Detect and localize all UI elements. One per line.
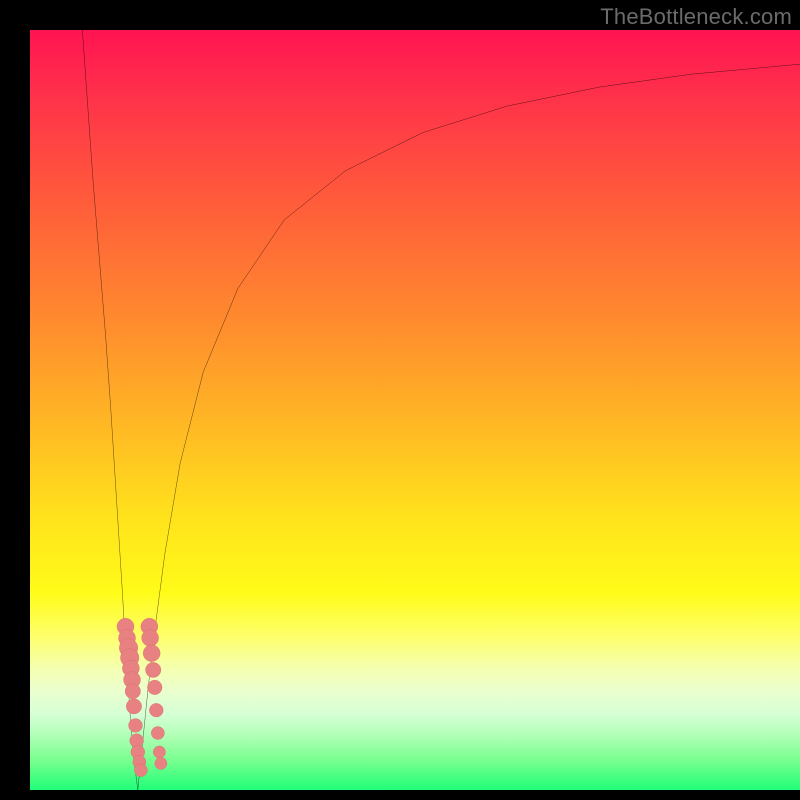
data-marker: [126, 699, 141, 714]
curve-right-branch: [138, 64, 800, 790]
data-marker: [129, 719, 143, 733]
marker-group: [117, 618, 167, 776]
data-marker: [146, 662, 161, 677]
chart-frame: TheBottleneck.com: [0, 0, 800, 800]
data-marker: [134, 764, 147, 777]
curve-group: [82, 30, 800, 790]
data-marker: [143, 645, 160, 662]
data-marker: [147, 680, 162, 694]
data-marker: [125, 684, 140, 699]
data-marker: [142, 630, 159, 647]
data-marker: [155, 757, 167, 769]
data-marker: [149, 703, 163, 717]
plot-area: [30, 30, 800, 790]
data-marker: [153, 746, 165, 758]
data-marker: [151, 727, 164, 740]
watermark-text: TheBottleneck.com: [600, 4, 792, 30]
chart-svg: [30, 30, 800, 790]
